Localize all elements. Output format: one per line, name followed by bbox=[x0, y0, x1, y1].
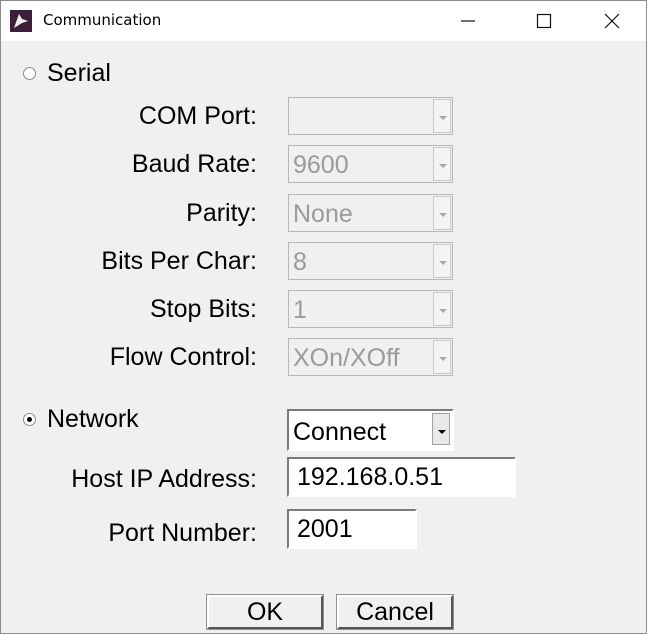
serial-radio-label[interactable]: Serial bbox=[47, 59, 111, 88]
app-logo-icon bbox=[10, 10, 32, 32]
com-port-combo[interactable] bbox=[288, 97, 453, 135]
network-mode-value: Connect bbox=[293, 418, 387, 446]
baud-rate-combo[interactable]: 9600 bbox=[288, 145, 453, 183]
flow-control-dropdown-button[interactable] bbox=[433, 340, 451, 374]
network-mode-dropdown-button[interactable] bbox=[432, 413, 450, 445]
serial-radio[interactable] bbox=[23, 67, 36, 80]
chevron-down-icon bbox=[439, 261, 447, 265]
stop-bits-label: Stop Bits: bbox=[150, 295, 257, 323]
port-number-field[interactable] bbox=[287, 509, 417, 549]
com-port-dropdown-button[interactable] bbox=[433, 99, 451, 133]
close-button[interactable] bbox=[577, 1, 647, 41]
maximize-button[interactable] bbox=[509, 1, 579, 41]
com-port-label: COM Port: bbox=[138, 102, 257, 130]
stop-bits-value: 1 bbox=[293, 296, 307, 324]
parity-label: Parity: bbox=[186, 199, 257, 227]
stop-bits-combo[interactable]: 1 bbox=[288, 290, 453, 328]
network-radio[interactable] bbox=[23, 413, 36, 426]
close-icon bbox=[604, 13, 620, 29]
parity-combo[interactable]: None bbox=[288, 194, 453, 232]
stop-bits-dropdown-button[interactable] bbox=[433, 292, 451, 326]
chevron-down-icon bbox=[439, 357, 447, 361]
port-number-input[interactable] bbox=[297, 515, 411, 543]
bits-per-char-label: Bits Per Char: bbox=[101, 247, 257, 275]
parity-dropdown-button[interactable] bbox=[433, 196, 451, 230]
host-ip-input[interactable] bbox=[297, 463, 510, 491]
cancel-button[interactable]: Cancel bbox=[336, 594, 454, 630]
flow-control-combo[interactable]: XOn/XOff bbox=[288, 338, 453, 376]
chevron-down-icon bbox=[439, 309, 447, 313]
network-radio-label[interactable]: Network bbox=[47, 405, 139, 434]
bits-per-char-value: 8 bbox=[293, 248, 307, 276]
network-mode-combo[interactable]: Connect bbox=[287, 409, 454, 451]
chevron-down-icon bbox=[439, 213, 447, 217]
ok-button[interactable]: OK bbox=[206, 594, 324, 630]
window-title: Communication bbox=[43, 11, 162, 29]
parity-value: None bbox=[293, 200, 353, 228]
flow-control-value: XOn/XOff bbox=[293, 344, 400, 372]
minimize-icon bbox=[461, 20, 475, 22]
title-bar[interactable]: Communication bbox=[1, 1, 646, 41]
radio-selected-dot bbox=[27, 417, 32, 422]
host-ip-label: Host IP Address: bbox=[71, 465, 257, 493]
host-ip-field[interactable] bbox=[287, 457, 516, 497]
port-number-label: Port Number: bbox=[108, 519, 257, 547]
minimize-button[interactable] bbox=[433, 1, 503, 41]
bits-per-char-combo[interactable]: 8 bbox=[288, 242, 453, 280]
communication-dialog: Communication Serial COM Port: Baud Rate… bbox=[0, 0, 647, 634]
flow-control-label: Flow Control: bbox=[109, 343, 257, 371]
baud-rate-value: 9600 bbox=[293, 151, 349, 179]
chevron-down-icon bbox=[439, 116, 447, 120]
baud-rate-dropdown-button[interactable] bbox=[433, 147, 451, 181]
chevron-down-icon bbox=[438, 430, 446, 434]
baud-rate-label: Baud Rate: bbox=[131, 150, 257, 178]
bits-per-char-dropdown-button[interactable] bbox=[433, 244, 451, 278]
chevron-down-icon bbox=[439, 164, 447, 168]
maximize-icon bbox=[536, 13, 552, 29]
